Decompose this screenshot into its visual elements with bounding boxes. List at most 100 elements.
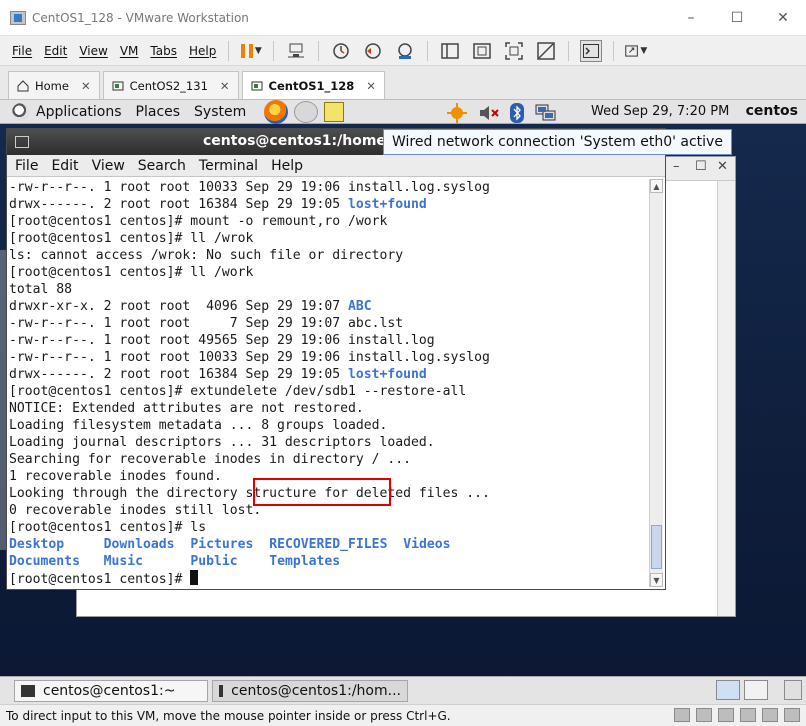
terminal-cursor	[190, 570, 199, 585]
tab-centos1-128[interactable]: CentOS1_128 ✕	[241, 71, 385, 99]
maximize-icon[interactable]: ☐	[695, 159, 707, 174]
terminal-window[interactable]: centos@centos1:/home/c File Edit View Se…	[6, 128, 666, 590]
volume-muted-icon[interactable]	[478, 104, 500, 125]
unity-icon[interactable]	[503, 40, 525, 62]
terminal-line: [root@centos1 centos]# ll /wrok	[9, 231, 254, 246]
terminal-line: Loading filesystem metadata ... 8 groups…	[9, 418, 388, 433]
terminal-line: total 88	[9, 282, 73, 297]
clock[interactable]: Wed Sep 29, 7:20 PM	[591, 104, 729, 119]
trash-icon[interactable]	[784, 680, 802, 700]
close-icon[interactable]: ✕	[717, 159, 728, 174]
toolbar-separator	[568, 40, 570, 61]
terminal-scrollbar[interactable]: ▲ ▼	[649, 179, 663, 587]
firefox-icon[interactable]	[264, 100, 289, 124]
menu-system[interactable]: System	[194, 104, 246, 120]
terminal-prompt-line: [root@centos1 centos]#	[9, 570, 649, 587]
workspace-2[interactable]	[744, 680, 768, 700]
system-tray	[446, 102, 558, 127]
menu-tabs[interactable]: Tabs	[150, 44, 177, 58]
ls-entry: Music	[103, 554, 144, 569]
maximize-button[interactable]: ☐	[714, 0, 760, 36]
terminal-menu-file[interactable]: File	[15, 158, 38, 174]
scroll-up-icon[interactable]: ▲	[650, 179, 663, 193]
menu-applications[interactable]: Applications	[36, 104, 122, 120]
terminal-menu-help[interactable]: Help	[271, 158, 303, 174]
tab-home[interactable]: Home ✕	[8, 71, 100, 99]
user-menu[interactable]: centos	[746, 103, 798, 119]
taskbar-item-active[interactable]: centos@centos1:/hom...	[212, 679, 408, 702]
notes-icon[interactable]	[324, 101, 345, 122]
menu-view[interactable]: View	[79, 44, 107, 58]
tab-close-icon[interactable]: ✕	[81, 79, 91, 93]
fullscreen-icon[interactable]	[471, 40, 493, 62]
vmware-title-bar: CentOS1_128 - VMware Workstation – ☐ ✕	[0, 0, 806, 36]
terminal-line: 0 recoverable inodes still lost.	[9, 503, 262, 518]
vmware-app-icon	[10, 10, 26, 25]
usb-icon[interactable]	[740, 708, 756, 722]
terminal-line: NOTICE: Extended attributes are not rest…	[9, 401, 364, 416]
console-icon[interactable]	[580, 39, 603, 62]
toolbar-separator	[427, 40, 429, 61]
menu-vm[interactable]: VM	[120, 44, 139, 58]
view-icon[interactable]	[439, 40, 461, 62]
minimize-icon[interactable]: –	[673, 159, 680, 174]
terminal-menu-terminal[interactable]: Terminal	[199, 158, 258, 174]
revert-snapshot-icon[interactable]	[362, 40, 384, 62]
terminal-icon	[219, 684, 224, 697]
no-unity-icon[interactable]	[535, 40, 557, 62]
close-button[interactable]: ✕	[760, 0, 806, 36]
snapshot-manager-icon[interactable]	[394, 40, 416, 62]
ls-entry: Documents	[9, 554, 80, 569]
cd-icon[interactable]	[696, 708, 712, 722]
send-ctrl-alt-del-icon[interactable]	[285, 40, 307, 62]
terminal-icon	[15, 136, 29, 148]
guest-display[interactable]: Applications Places System Wed Sep 29, 7…	[0, 100, 806, 704]
tab-close-icon[interactable]: ✕	[220, 79, 230, 93]
ls-entry: Templates	[269, 554, 341, 569]
gnome-bottom-panel: centos@centos1:~ centos@centos1:/hom...	[0, 676, 806, 704]
tab-centos2-131[interactable]: CentOS2_131 ✕	[102, 71, 239, 99]
minimize-button[interactable]: –	[668, 0, 714, 36]
menu-help[interactable]: Help	[189, 44, 216, 58]
network-adapter-icon[interactable]	[718, 708, 734, 722]
ls-entry: Desktop	[9, 537, 65, 552]
network-tooltip: Wired network connection 'System eth0' a…	[383, 129, 732, 155]
ls-entry: Pictures	[190, 537, 254, 552]
terminal-line: Searching for recoverable inodes in dire…	[9, 452, 412, 467]
mail-icon[interactable]	[294, 100, 319, 123]
terminal-output[interactable]: -rw-r--r--. 1 root root 10033 Sep 29 19:…	[9, 179, 649, 587]
taskbar-item[interactable]: centos@centos1:~	[14, 679, 208, 702]
terminal-line: drwxr-xr-x. 2 root root 4096 Sep 29 19:0…	[9, 299, 372, 314]
pause-icon[interactable]: ▼	[240, 40, 262, 62]
terminal-menu-view[interactable]: View	[92, 158, 125, 174]
ls-output-row: Documents Music Public Templates	[9, 553, 649, 570]
workspace-1[interactable]	[716, 680, 740, 700]
terminal-line: [root@centos1 centos]# mount -o remount,…	[9, 214, 388, 229]
terminal-menubar: File Edit View Search Terminal Help	[7, 155, 665, 177]
terminal-menu-edit[interactable]: Edit	[51, 158, 78, 174]
vmware-menubar: File Edit View VM Tabs Help ▼ ▼	[0, 36, 806, 66]
hdd-icon[interactable]	[674, 708, 690, 722]
background-window-scrollbar[interactable]	[717, 181, 735, 616]
scrollbar-thumb[interactable]	[651, 525, 662, 569]
snapshot-icon[interactable]	[330, 40, 352, 62]
toolbar-separator	[613, 40, 615, 61]
toolbar-separator	[273, 40, 275, 61]
tab-close-icon[interactable]: ✕	[366, 79, 376, 93]
scroll-down-icon[interactable]: ▼	[650, 573, 663, 587]
display-icon[interactable]	[784, 708, 800, 722]
terminal-line: [root@centos1 centos]# extundelete /dev/…	[9, 384, 467, 399]
vm-tab-icon	[251, 80, 263, 92]
update-icon[interactable]	[446, 102, 468, 127]
network-icon[interactable]	[534, 103, 558, 126]
terminal-line: [root@centos1 centos]# ll /work	[9, 265, 254, 280]
menu-places[interactable]: Places	[136, 104, 181, 120]
terminal-line: ls: cannot access /wrok: No such file or…	[9, 248, 404, 263]
terminal-line: -rw-r--r--. 1 root root 49565 Sep 29 19:…	[9, 333, 435, 348]
sound-icon[interactable]	[762, 708, 778, 722]
terminal-menu-search[interactable]: Search	[138, 158, 186, 174]
bluetooth-icon[interactable]	[510, 103, 524, 126]
stretch-icon[interactable]: ▼	[625, 40, 647, 62]
menu-file[interactable]: File	[12, 44, 32, 58]
menu-edit[interactable]: Edit	[44, 44, 67, 58]
